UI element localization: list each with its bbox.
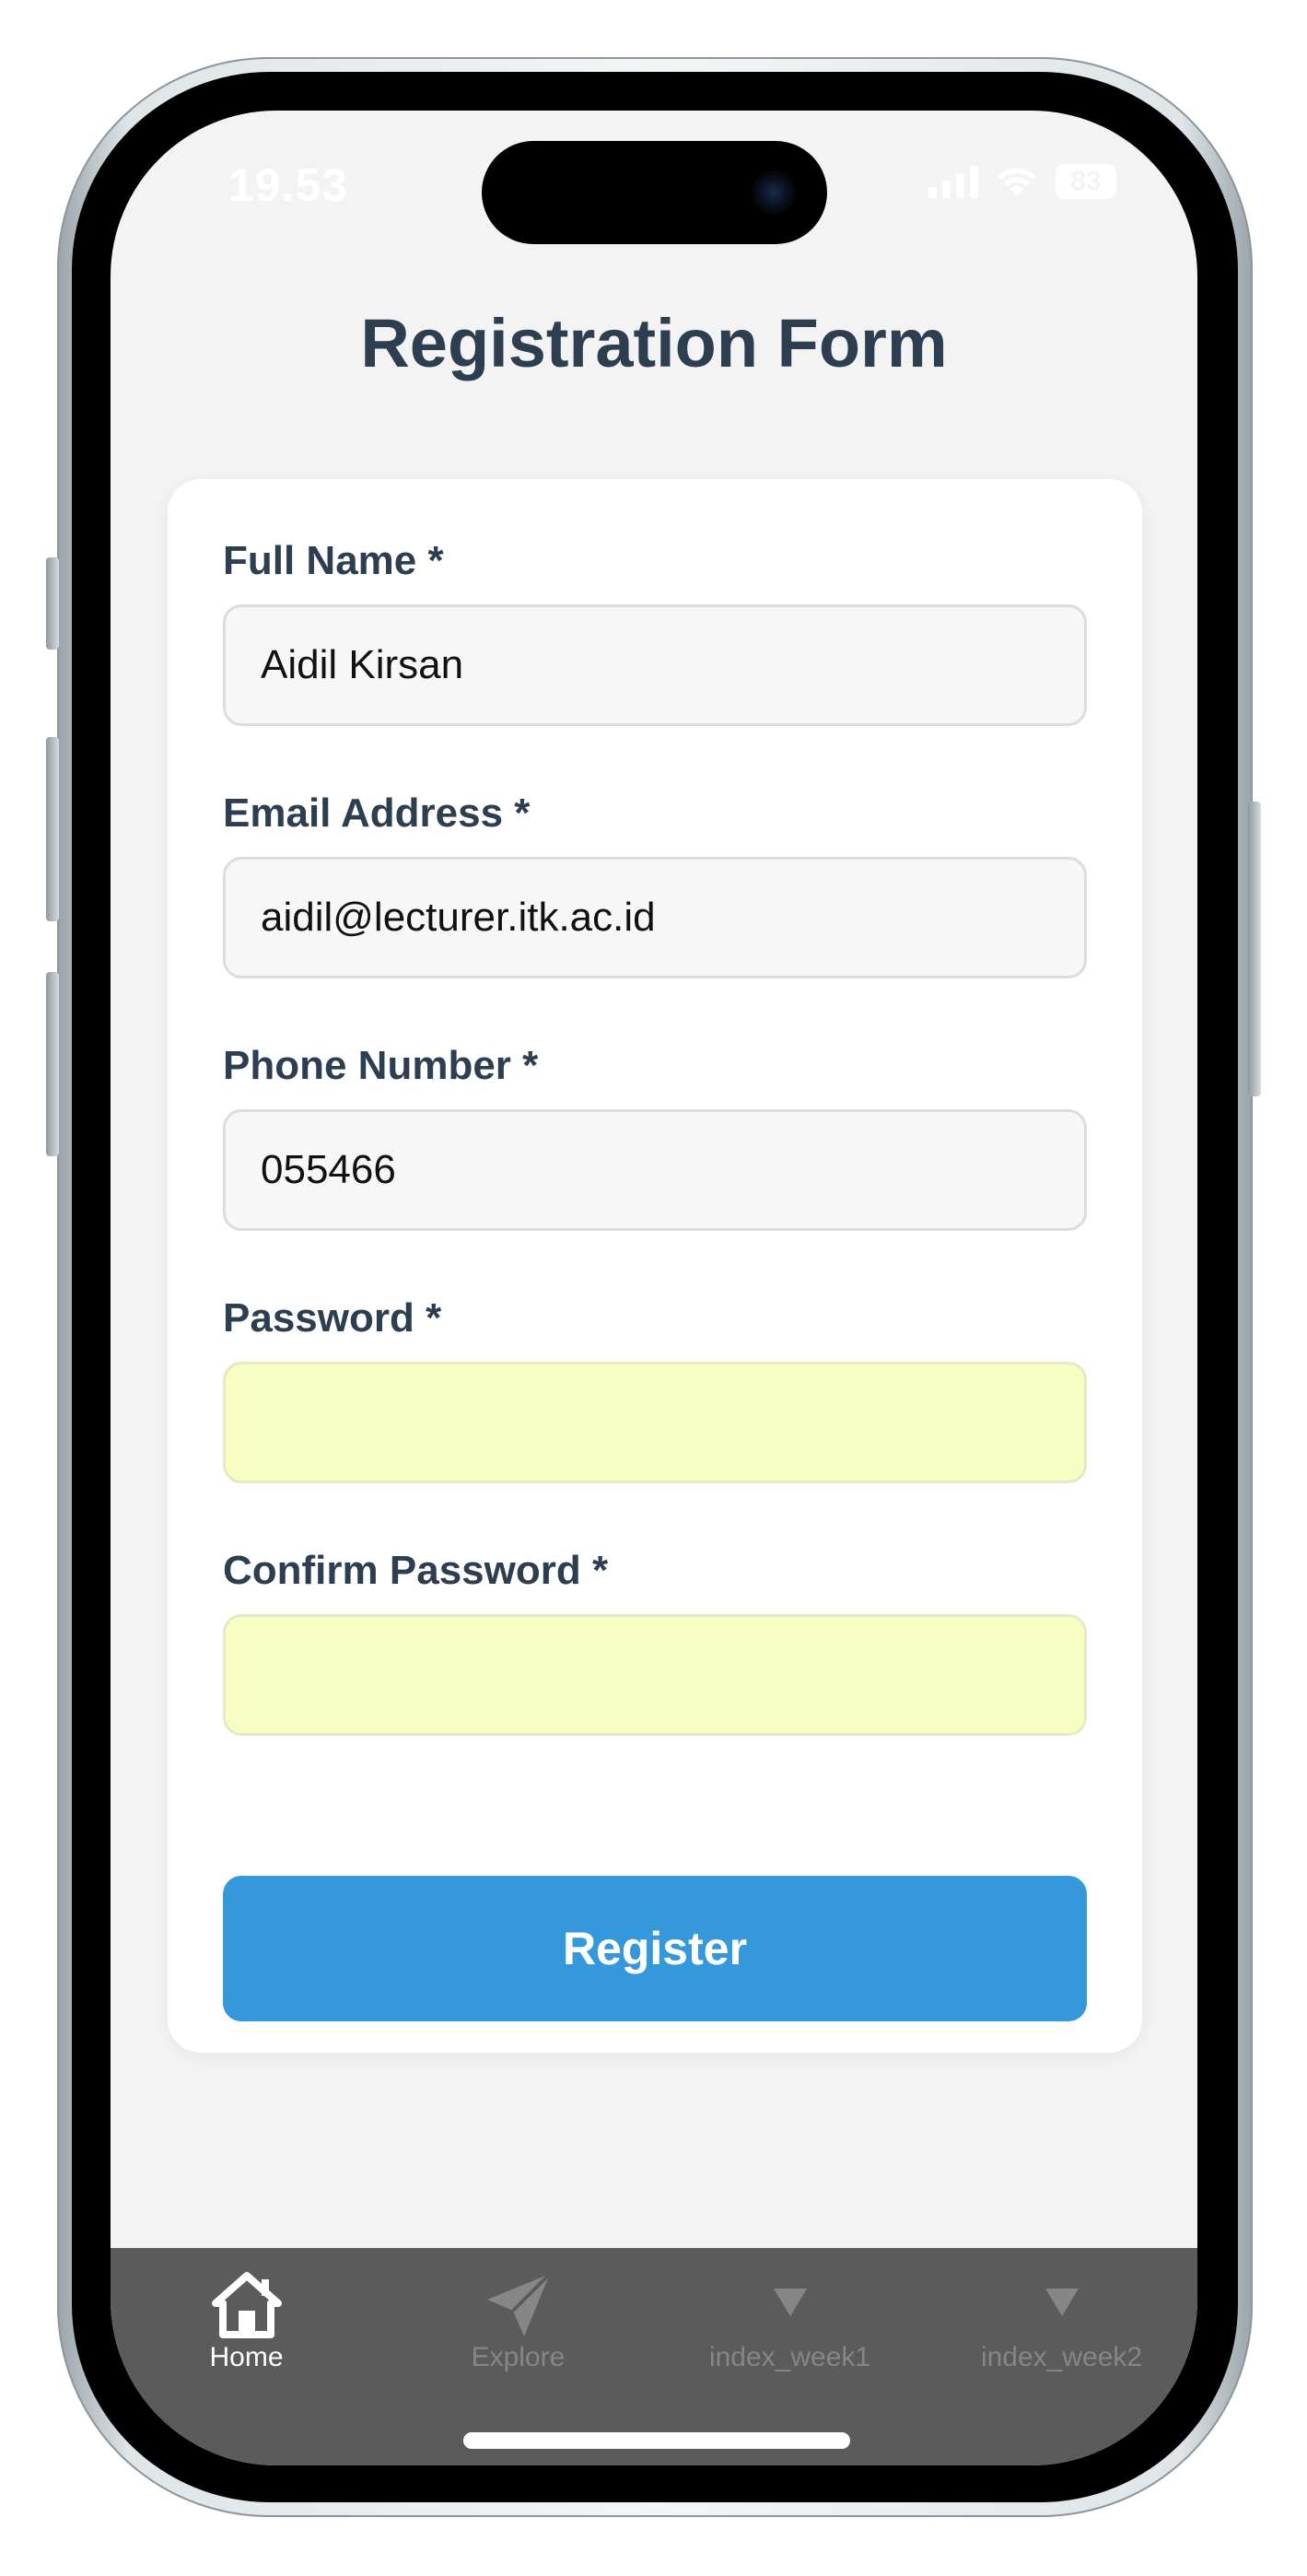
battery-icon: 83: [1056, 164, 1116, 199]
password-field[interactable]: [223, 1362, 1087, 1483]
volume-up-button: [46, 737, 59, 921]
tab-index-week1[interactable]: index_week1: [654, 2268, 926, 2397]
confirm-password-field[interactable]: [223, 1614, 1087, 1736]
register-button[interactable]: Register: [223, 1876, 1087, 2021]
triangle-down-icon: [773, 2289, 807, 2316]
full-name-label: Full Name *: [223, 538, 444, 583]
tab-home-label: Home: [209, 2342, 284, 2372]
email-field[interactable]: [223, 857, 1087, 978]
home-icon: [211, 2272, 282, 2338]
password-label: Password *: [223, 1295, 442, 1341]
power-button: [1248, 802, 1261, 1096]
app-screen: 19.53 83 Registration Form Full Name * E…: [111, 111, 1197, 2465]
status-time: 19.53: [228, 159, 349, 211]
cellular-signal-icon: [928, 165, 978, 198]
confirm-password-input[interactable]: [226, 1617, 1084, 1733]
email-label: Email Address *: [223, 790, 531, 836]
volume-down-button: [46, 972, 59, 1156]
triangle-down-icon: [1044, 2289, 1079, 2316]
registration-card: Full Name * Email Address * Phone Number…: [168, 479, 1142, 2053]
full-name-input[interactable]: [226, 607, 1084, 723]
password-input[interactable]: [226, 1364, 1084, 1481]
front-camera-icon: [752, 170, 796, 215]
tab-home[interactable]: Home: [111, 2268, 382, 2397]
phone-field[interactable]: [223, 1109, 1087, 1231]
phone-label: Phone Number *: [223, 1043, 539, 1088]
email-input[interactable]: [226, 860, 1084, 976]
wifi-icon: [998, 168, 1036, 196]
paper-plane-icon: [486, 2272, 551, 2336]
phone-input[interactable]: [226, 1112, 1084, 1228]
tab-index-week2[interactable]: index_week2: [926, 2268, 1197, 2397]
home-indicator[interactable]: [463, 2432, 850, 2449]
tab-index-week1-label: index_week1: [708, 2342, 871, 2372]
dynamic-island: [482, 141, 827, 244]
status-indicators: 83: [928, 164, 1116, 199]
tab-index-week2-label: index_week2: [980, 2342, 1143, 2372]
tab-explore-label: Explore: [471, 2342, 566, 2372]
action-button: [46, 557, 59, 650]
full-name-field[interactable]: [223, 604, 1087, 726]
tab-explore[interactable]: Explore: [382, 2268, 654, 2397]
page-title: Registration Form: [360, 305, 948, 381]
confirm-password-label: Confirm Password *: [223, 1548, 609, 1593]
